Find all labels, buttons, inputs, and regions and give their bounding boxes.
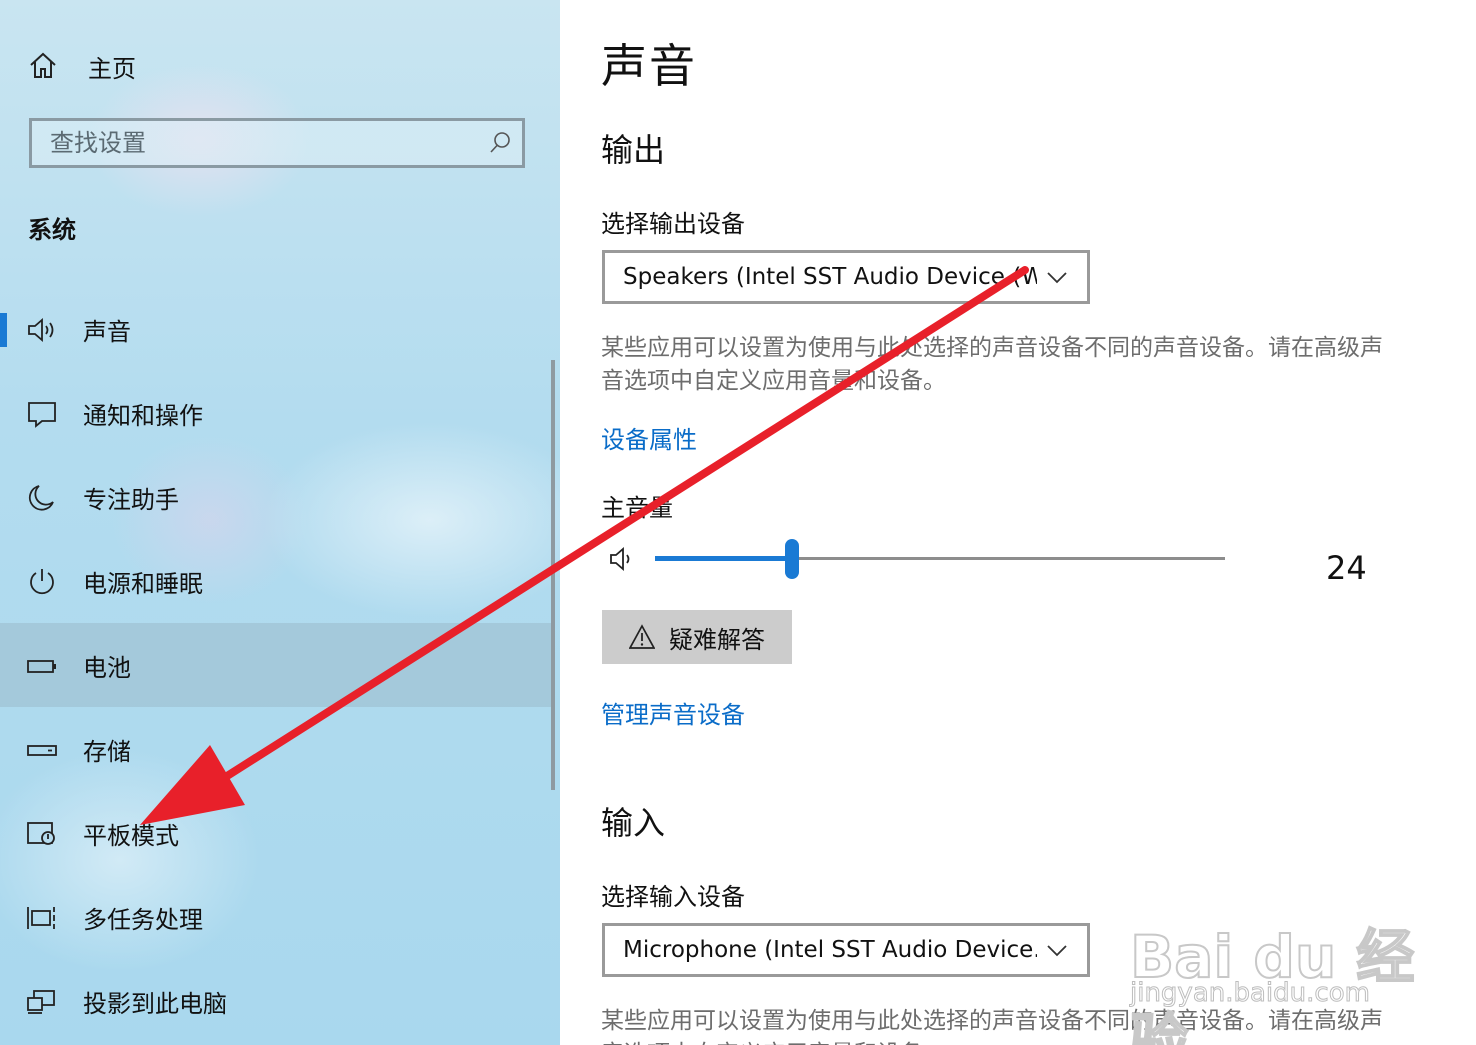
tablet-mode-icon (27, 822, 55, 845)
sidebar-item-label: 声音 (83, 317, 131, 346)
sidebar-item-label: 专注助手 (83, 485, 179, 514)
sidebar-scrollbar[interactable] (551, 360, 555, 790)
sidebar-item-label: 存储 (83, 737, 131, 766)
master-volume-label: 主音量 (601, 494, 673, 522)
sidebar: 主页 系统 声音 通知和操作 (0, 0, 560, 1045)
moon-icon (28, 485, 54, 511)
search-box[interactable] (29, 118, 525, 168)
page-title: 声音 (601, 39, 697, 93)
volume-slider-thumb[interactable] (784, 539, 799, 579)
input-select-label: 选择输入设备 (601, 883, 745, 911)
manage-sound-devices-link[interactable]: 管理声音设备 (601, 695, 745, 730)
output-device-dropdown[interactable]: Speakers (Intel SST Audio Device (W... (602, 250, 1090, 304)
sidebar-item-label: 电池 (83, 653, 131, 682)
home-nav[interactable]: 主页 (28, 46, 136, 86)
troubleshoot-label: 疑难解答 (669, 625, 765, 654)
chevron-down-icon (1047, 945, 1067, 957)
sidebar-item-project-to-pc[interactable]: 投影到此电脑 (0, 959, 553, 1043)
storage-icon (27, 745, 57, 756)
output-description: 某些应用可以设置为使用与此处选择的声音设备不同的声音设备。请在高级声音选项中自定… (601, 335, 1383, 394)
output-heading: 输出 (601, 131, 666, 169)
speaker-icon[interactable] (609, 545, 637, 573)
speaker-icon (28, 318, 54, 342)
sidebar-item-focus-assist[interactable]: 专注助手 (0, 455, 553, 539)
output-select-label: 选择输出设备 (601, 210, 745, 238)
input-device-value: Microphone (Intel SST Audio Device... (623, 937, 1037, 963)
sidebar-item-power-sleep[interactable]: 电源和睡眠 (0, 539, 553, 623)
main-content: 声音 输出 选择输出设备 Speakers (Intel SST Audio D… (560, 0, 1476, 1045)
project-icon (27, 990, 55, 1014)
sidebar-item-label: 投影到此电脑 (83, 989, 227, 1018)
input-description: 某些应用可以设置为使用与此处选择的声音设备不同的声音设备。请在高级声音选项中自定… (601, 1008, 1383, 1045)
input-device-dropdown[interactable]: Microphone (Intel SST Audio Device... (602, 923, 1090, 977)
sidebar-item-label: 多任务处理 (83, 905, 203, 934)
sidebar-item-label: 电源和睡眠 (83, 569, 203, 598)
troubleshoot-button[interactable]: 疑难解答 (602, 610, 792, 664)
home-label: 主页 (88, 54, 136, 83)
sidebar-item-sound[interactable]: 声音 (0, 287, 553, 371)
volume-slider-fill (655, 556, 792, 561)
multitask-icon (27, 907, 55, 929)
sidebar-item-tablet-mode[interactable]: 平板模式 (0, 791, 553, 875)
settings-window: 主页 系统 声音 通知和操作 (0, 0, 1476, 1045)
output-device-value: Speakers (Intel SST Audio Device (W... (623, 264, 1037, 290)
sidebar-item-label: 平板模式 (83, 821, 179, 850)
message-icon (28, 402, 56, 428)
search-input[interactable] (50, 129, 470, 157)
volume-row: 24 (601, 535, 1431, 587)
device-properties-link[interactable]: 设备属性 (601, 420, 697, 455)
sidebar-item-notifications[interactable]: 通知和操作 (0, 371, 553, 455)
warning-icon (629, 624, 655, 649)
input-heading: 输入 (601, 804, 666, 842)
sidebar-item-storage[interactable]: 存储 (0, 707, 553, 791)
chevron-down-icon (1047, 272, 1067, 284)
section-label-system: 系统 (28, 216, 76, 244)
sidebar-item-battery[interactable]: 电池 (0, 623, 553, 707)
battery-icon (27, 660, 56, 673)
volume-value: 24 (1326, 549, 1367, 587)
home-icon (30, 52, 56, 78)
sidebar-item-label: 通知和操作 (83, 401, 203, 430)
search-icon[interactable] (488, 131, 512, 155)
sidebar-item-multitasking[interactable]: 多任务处理 (0, 875, 553, 959)
power-icon (30, 569, 54, 595)
